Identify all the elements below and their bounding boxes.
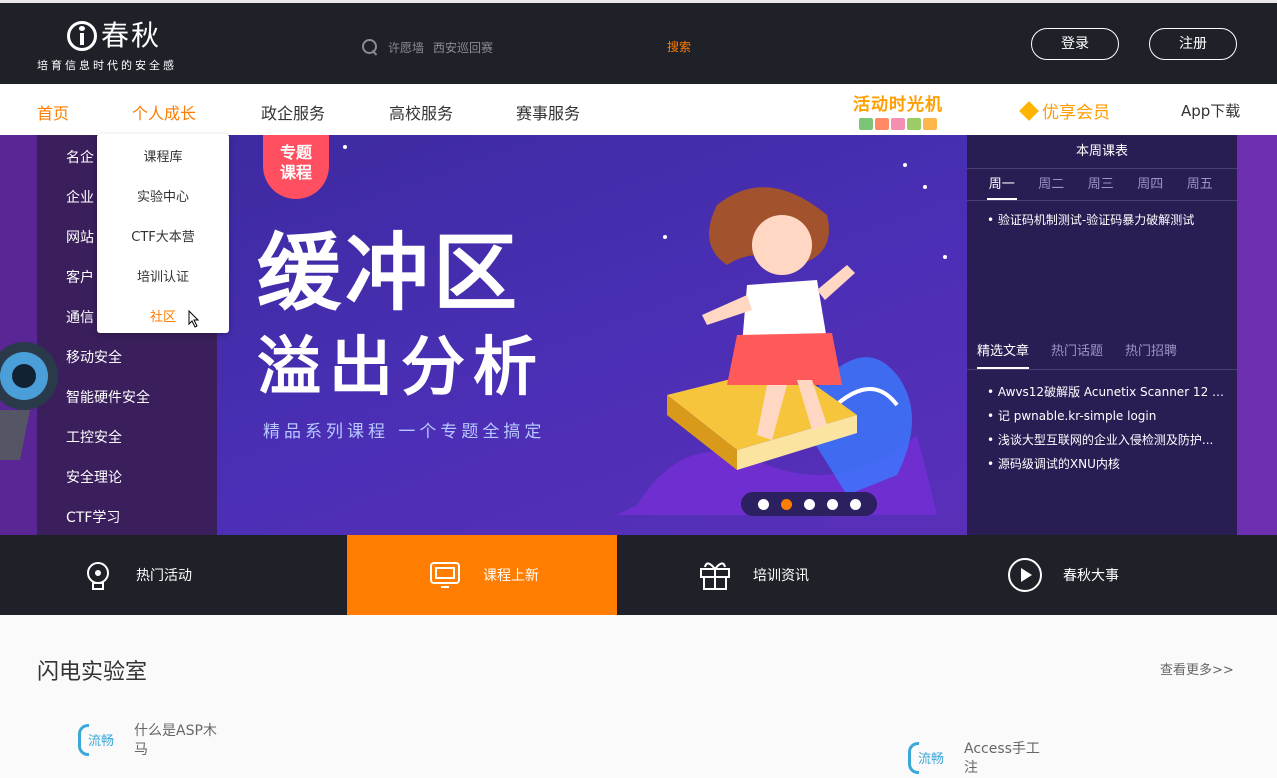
app-download-link[interactable]: App下载 [1181,100,1240,121]
carousel-dots [741,492,877,516]
promo-label: 活动时光机 [853,95,943,115]
tab-friday[interactable]: 周五 [1175,169,1225,200]
dropdown-item-training[interactable]: 培训认证 [97,266,229,285]
hero-title-1: 缓冲区 [257,224,522,322]
dropdown-item-community[interactable]: 社区 [97,306,229,325]
side-menu-item[interactable]: 客户 [66,267,94,287]
side-menu-item[interactable]: 智能硬件安全 [66,387,150,407]
carousel-dot[interactable] [826,498,838,510]
side-menu-item[interactable]: 企业 [66,187,94,207]
lab-section-title: 闪电实验室 [37,660,148,685]
feature-bar: 热门活动 课程上新 培训资讯 春秋大事 [0,535,1277,615]
carousel-dot[interactable] [803,498,815,510]
tab-featured-articles[interactable]: 精选文章 [977,335,1030,369]
login-button[interactable]: 登录 [1031,28,1119,60]
article-item[interactable]: • 记 pwnable.kr-simple login [987,407,1227,431]
article-tabs: 精选文章 热门话题 热门招聘 [967,335,1237,370]
logo-icon [67,21,97,51]
feature-label: 课程上新 [483,568,539,584]
lab-card[interactable]: 流畅 Access手工注 [908,740,1050,778]
lab-card-title: Access手工注 [964,741,1040,776]
hero-subtitle: 精品系列课程 一个专题全搞定 [263,422,546,442]
monitor-icon [430,562,460,588]
site-header: 春秋 培育信息时代的安全感 许愿墙 西安巡回赛 搜索 登录 注册 [0,3,1277,84]
feature-major-events[interactable]: 春秋大事 [927,535,1197,615]
article-item[interactable]: • Awvs12破解版 Acunetix Scanner 12 cr... [987,383,1227,407]
search-icon [362,39,378,55]
topic-course-tag: 专题 课程 [263,135,329,199]
vip-label: 优享会员 [1042,103,1110,123]
side-menu-item[interactable]: 通信 [66,307,94,327]
carousel-dot[interactable] [849,498,861,510]
hero-title-2: 溢出分析 [257,331,545,405]
tab-hot-topics[interactable]: 热门话题 [1051,335,1103,369]
search-box[interactable]: 许愿墙 西安巡回赛 [362,36,502,58]
side-menu-item[interactable]: 名企 [66,147,94,167]
dropdown-item-ctf-camp[interactable]: CTF大本营 [97,226,229,245]
side-menu-item[interactable]: 移动安全 [66,347,122,367]
feature-label: 培训资讯 [753,568,809,584]
side-menu-item[interactable]: 安全理论 [66,467,122,487]
article-item[interactable]: • 源码级调试的XNU内核 [987,455,1227,479]
feature-label: 热门活动 [136,568,192,584]
nav-item-contest[interactable]: 赛事服务 [516,100,580,124]
smooth-badge-icon: 流畅 [78,722,122,756]
article-item[interactable]: • 浅谈大型互联网的企业入侵检测及防护... [987,431,1227,455]
tab-tuesday[interactable]: 周二 [1027,169,1077,200]
play-icon [1008,558,1042,592]
nav-item-enterprise[interactable]: 政企服务 [261,100,325,124]
right-info-panel: 本周课表 周一 周二 周三 周四 周五 • 验证码机制测试-验证码暴力破解测试 … [967,135,1237,535]
brand-name: 春秋 [101,19,162,52]
search-hint[interactable]: 许愿墙 [388,39,424,56]
robot-mascot-icon [0,342,58,460]
nav-item-personal-growth[interactable]: 个人成长 [132,100,196,124]
brand-slogan: 培育信息时代的安全感 [37,59,177,72]
schedule-course[interactable]: • 验证码机制测试-验证码暴力破解测试 [967,201,1237,228]
nav-item-university[interactable]: 高校服务 [389,100,453,124]
main-nav: 首页 个人成长 政企服务 高校服务 赛事服务 活动时光机 优享会员 App下载 [0,84,1277,135]
personal-growth-dropdown: 课程库 实验中心 CTF大本营 培训认证 社区 [97,134,229,333]
feature-hot-activity[interactable]: 热门活动 [0,535,270,615]
diamond-icon [1020,102,1038,120]
books-icon [848,118,948,132]
side-menu-item[interactable]: 工控安全 [66,427,122,447]
lab-card[interactable]: 流畅 什么是ASP木马 [78,722,220,760]
side-menu-item[interactable]: 网站 [66,227,94,247]
side-menu-item[interactable]: CTF学习 [66,507,120,527]
dropdown-item-lab-center[interactable]: 实验中心 [97,186,229,205]
article-list: • Awvs12破解版 Acunetix Scanner 12 cr... • … [987,383,1227,479]
brand-logo[interactable]: 春秋 培育信息时代的安全感 [37,17,207,77]
gift-icon [700,562,730,590]
feature-new-courses[interactable]: 课程上新 [347,535,617,615]
schedule-title: 本周课表 [967,135,1237,169]
view-more-link[interactable]: 查看更多>> [1160,659,1234,678]
weekday-tabs: 周一 周二 周三 周四 周五 [967,169,1237,201]
tab-hot-jobs[interactable]: 热门招聘 [1125,335,1177,369]
search-hint[interactable]: 西安巡回赛 [433,39,493,56]
nav-item-home[interactable]: 首页 [37,100,69,124]
carousel-dot[interactable] [757,498,769,510]
register-button[interactable]: 注册 [1149,28,1237,60]
tab-thursday[interactable]: 周四 [1126,169,1176,200]
tab-wednesday[interactable]: 周三 [1076,169,1126,200]
carousel-dot-active[interactable] [780,498,792,510]
tab-monday[interactable]: 周一 [977,169,1027,200]
smooth-badge-icon: 流畅 [908,740,952,774]
dropdown-item-course-library[interactable]: 课程库 [97,146,229,165]
girl-on-book-illustration [617,187,937,515]
bulb-icon [87,562,109,590]
feature-label: 春秋大事 [1063,568,1119,584]
feature-training-news[interactable]: 培训资讯 [617,535,887,615]
promo-activity-button[interactable]: 活动时光机 [848,90,948,132]
mouse-cursor-icon [188,310,200,328]
hero-slide[interactable]: 专题 课程 缓冲区 溢出分析 精品系列课程 一个专题全搞定 [217,135,967,535]
lab-card-title: 什么是ASP木马 [134,723,217,758]
search-button[interactable]: 搜索 [667,38,691,55]
vip-link[interactable]: 优享会员 [1020,98,1110,123]
